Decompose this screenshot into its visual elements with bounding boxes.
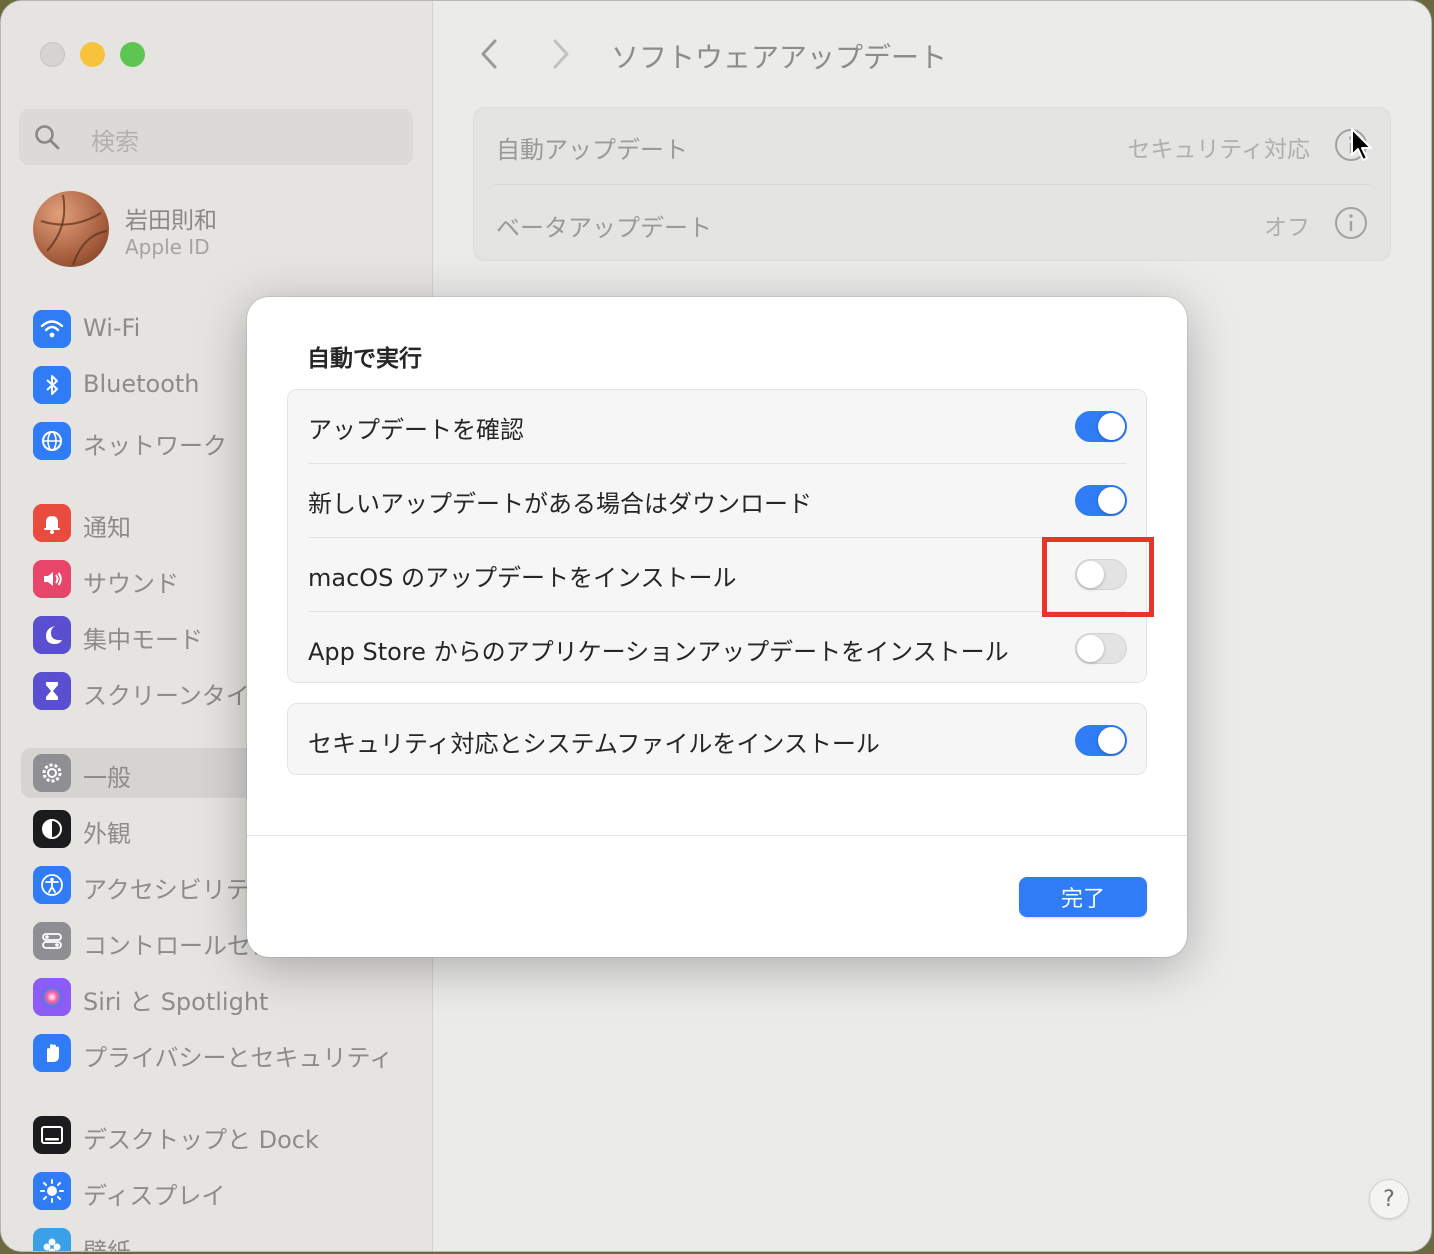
- row-divider: [494, 184, 1370, 185]
- bell-icon: [33, 504, 71, 542]
- toggle-row-security: セキュリティ対応とシステムファイルをインストール: [288, 704, 1146, 776]
- toggle-row-check-updates: アップデートを確認: [288, 390, 1146, 464]
- install-security-responses-toggle[interactable]: [1075, 725, 1127, 756]
- sidebar-item-label: 通知: [83, 514, 131, 542]
- account-subtitle: Apple ID: [125, 235, 210, 259]
- globe-icon: [33, 422, 71, 460]
- dock-icon: [33, 1116, 71, 1154]
- toggle-row-download-updates: 新しいアップデートがある場合はダウンロード: [288, 464, 1146, 538]
- mouse-pointer-icon: [1351, 128, 1372, 161]
- sidebar-item-label: プライバシーとセキュリティ: [83, 1044, 394, 1072]
- search-icon: [35, 125, 60, 150]
- toggle-label: App Store からのアプリケーションアップデートをインストール: [308, 638, 1009, 666]
- minimize-window-button[interactable]: [80, 42, 105, 67]
- wifi-icon: [33, 310, 71, 348]
- zoom-window-button[interactable]: [120, 42, 145, 67]
- forward-chevron-icon[interactable]: [545, 37, 575, 71]
- wallpaper-icon: [33, 1228, 71, 1251]
- hourglass-icon: [33, 672, 71, 710]
- siri-icon: [33, 978, 71, 1016]
- sidebar-item-label: 壁紙: [83, 1238, 131, 1252]
- install-app-store-updates-toggle[interactable]: [1075, 633, 1127, 664]
- toggle-label: macOS のアップデートをインストール: [308, 564, 737, 592]
- sidebar-item-label: ディスプレイ: [83, 1182, 226, 1210]
- highlight-annotation-box: [1042, 537, 1154, 617]
- auto-update-options: アップデートを確認 新しいアップデートがある場合はダウンロード macOS のア…: [287, 389, 1147, 683]
- sidebar-item[interactable]: Siri と Spotlight: [21, 972, 421, 1022]
- info-icon[interactable]: [1334, 206, 1368, 240]
- download-updates-toggle[interactable]: [1075, 485, 1127, 516]
- sidebar-item[interactable]: プライバシーとセキュリティ: [21, 1028, 421, 1078]
- check-updates-toggle[interactable]: [1075, 411, 1127, 442]
- gear-icon: [33, 754, 71, 792]
- toggle-label: アップデートを確認: [308, 416, 524, 444]
- basketball-icon: [40, 194, 108, 266]
- sidebar-item-label: Siri と Spotlight: [83, 988, 269, 1016]
- sheet-title: 自動で実行: [307, 346, 422, 372]
- auto-update-label: 自動アップデート: [496, 136, 688, 164]
- window-controls: [40, 42, 145, 67]
- bluetooth-icon: [33, 366, 71, 404]
- toggle-label: セキュリティ対応とシステムファイルをインストール: [308, 730, 880, 758]
- sidebar-item-label: スクリーンタイム: [83, 682, 274, 710]
- help-button[interactable]: ?: [1369, 1179, 1409, 1219]
- security-options: セキュリティ対応とシステムファイルをインストール: [287, 703, 1147, 775]
- account-name: 岩田則和: [125, 208, 217, 234]
- auto-update-value: セキュリティ対応: [1127, 137, 1310, 163]
- sidebar-item-label: ネットワーク: [83, 432, 227, 460]
- settings-window: 検索 岩田則和 Apple ID Wi-Fi Bluetooth ネットワーク 通知サ…: [0, 0, 1432, 1252]
- appearance-icon: [33, 810, 71, 848]
- done-button[interactable]: 完了: [1019, 877, 1147, 917]
- sidebar-item-label: アクセシビリティ: [83, 876, 273, 904]
- search-field[interactable]: 検索: [19, 109, 413, 165]
- sidebar-item-label: 集中モード: [83, 626, 203, 654]
- accessibility-icon: [33, 866, 71, 904]
- sidebar-item[interactable]: デスクトップと Dock: [21, 1110, 421, 1160]
- search-placeholder: 検索: [91, 128, 139, 156]
- back-chevron-icon[interactable]: [475, 37, 505, 71]
- sidebar-item-label: 外観: [83, 820, 131, 848]
- beta-update-row[interactable]: ベータアップデート オフ: [474, 186, 1390, 262]
- sidebar-item[interactable]: ディスプレイ: [21, 1166, 421, 1216]
- sidebar-item-label: デスクトップと Dock: [83, 1126, 319, 1154]
- close-window-button[interactable]: [40, 42, 65, 67]
- avatar: [33, 191, 109, 267]
- sun-icon: [33, 1172, 71, 1210]
- sidebar-item-label: Bluetooth: [83, 370, 200, 398]
- control-center-icon: [33, 922, 71, 960]
- moon-icon: [33, 616, 71, 654]
- speaker-icon: [33, 560, 71, 598]
- sheet-divider: [247, 835, 1187, 836]
- beta-update-label: ベータアップデート: [496, 214, 712, 242]
- beta-update-value: オフ: [1264, 215, 1310, 241]
- update-settings-group: 自動アップデート セキュリティ対応 ベータアップデート オフ: [473, 107, 1391, 261]
- sidebar-item-label: サウンド: [83, 570, 179, 598]
- auto-update-row[interactable]: 自動アップデート セキュリティ対応: [474, 108, 1390, 185]
- sidebar-item-label: Wi-Fi: [83, 314, 141, 342]
- toggle-row-install-app-store: App Store からのアプリケーションアップデートをインストール: [288, 612, 1146, 686]
- toggle-row-install-macos: macOS のアップデートをインストール: [288, 538, 1146, 612]
- page-title: ソフトウェアアップデート: [611, 41, 948, 74]
- sidebar-item-label: 一般: [83, 764, 131, 792]
- sidebar-item[interactable]: 壁紙: [21, 1222, 421, 1252]
- auto-update-sheet: 自動で実行 アップデートを確認 新しいアップデートがある場合はダウンロード ma…: [247, 297, 1187, 957]
- toggle-label: 新しいアップデートがある場合はダウンロード: [308, 490, 812, 518]
- hand-icon: [33, 1034, 71, 1072]
